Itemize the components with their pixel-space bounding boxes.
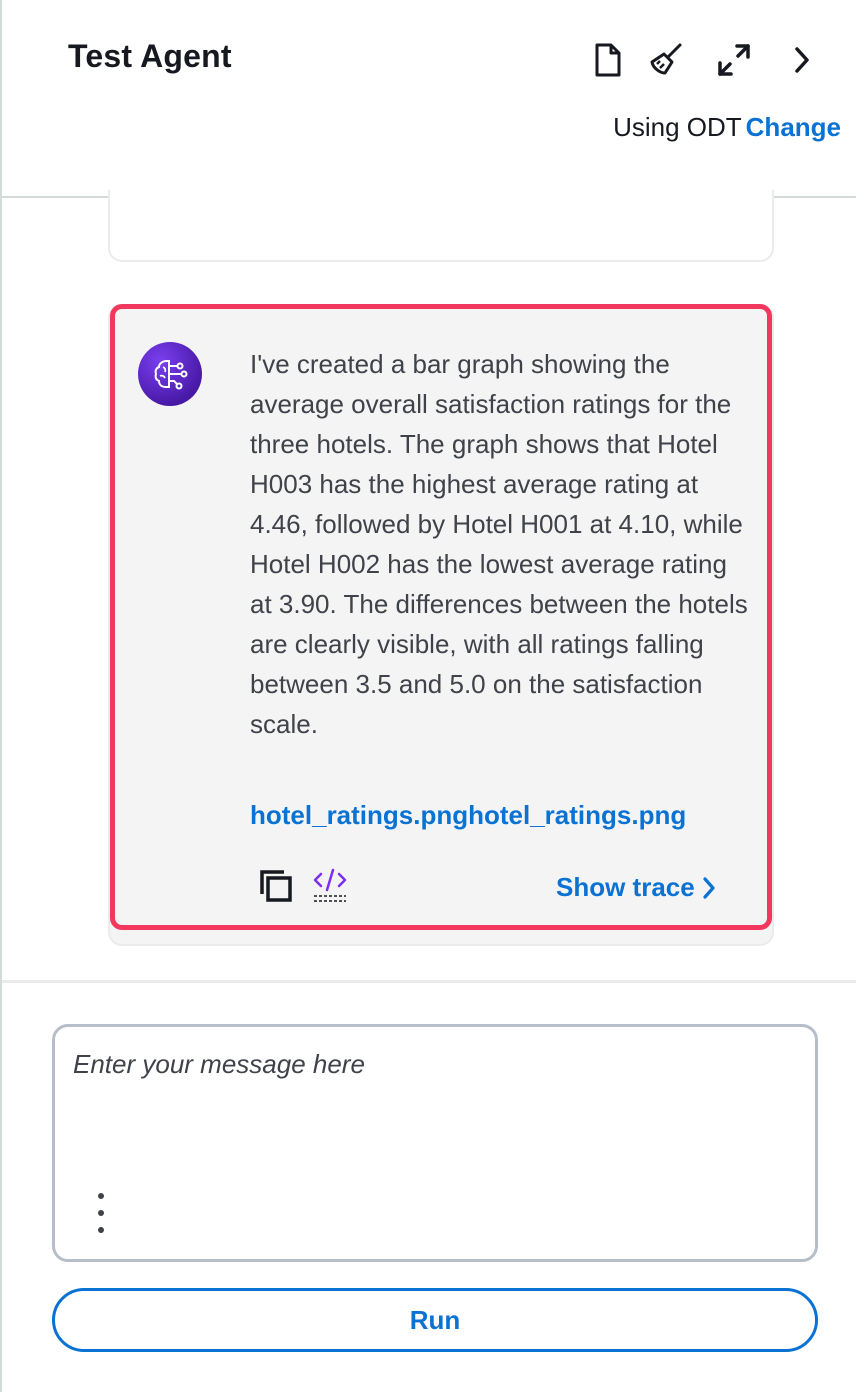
chevron-right-icon — [703, 876, 715, 899]
copy-icon[interactable] — [258, 868, 298, 908]
using-model-label: Using ODT — [613, 112, 742, 142]
previous-message-card — [108, 190, 774, 262]
code-icon[interactable] — [312, 866, 348, 906]
expand-icon[interactable] — [716, 40, 752, 80]
document-icon[interactable] — [590, 40, 626, 80]
change-model-link[interactable]: Change — [746, 112, 841, 142]
more-options-icon[interactable] — [91, 1193, 111, 1233]
run-button[interactable]: Run — [52, 1288, 818, 1352]
composer-divider — [2, 980, 856, 983]
message-input-container — [52, 1024, 818, 1262]
panel-title: Test Agent — [68, 38, 232, 74]
broom-icon[interactable] — [648, 40, 684, 80]
attachment-file-link[interactable]: hotel_ratings.pnghotel_ratings.png — [250, 800, 686, 831]
message-input[interactable] — [73, 1049, 793, 1179]
chevron-right-icon[interactable] — [784, 40, 820, 80]
test-agent-panel: Test Agent Using ODT Change I've created… — [0, 0, 856, 1392]
ai-brain-icon — [138, 342, 202, 406]
show-trace-label: Show trace — [556, 872, 695, 902]
panel-header: Test Agent Using ODT Change — [2, 0, 856, 198]
agent-message-text: I've created a bar graph showing the ave… — [250, 349, 748, 739]
show-trace-button[interactable]: Show trace — [556, 872, 717, 903]
model-selector: Using ODT Change — [613, 112, 841, 143]
